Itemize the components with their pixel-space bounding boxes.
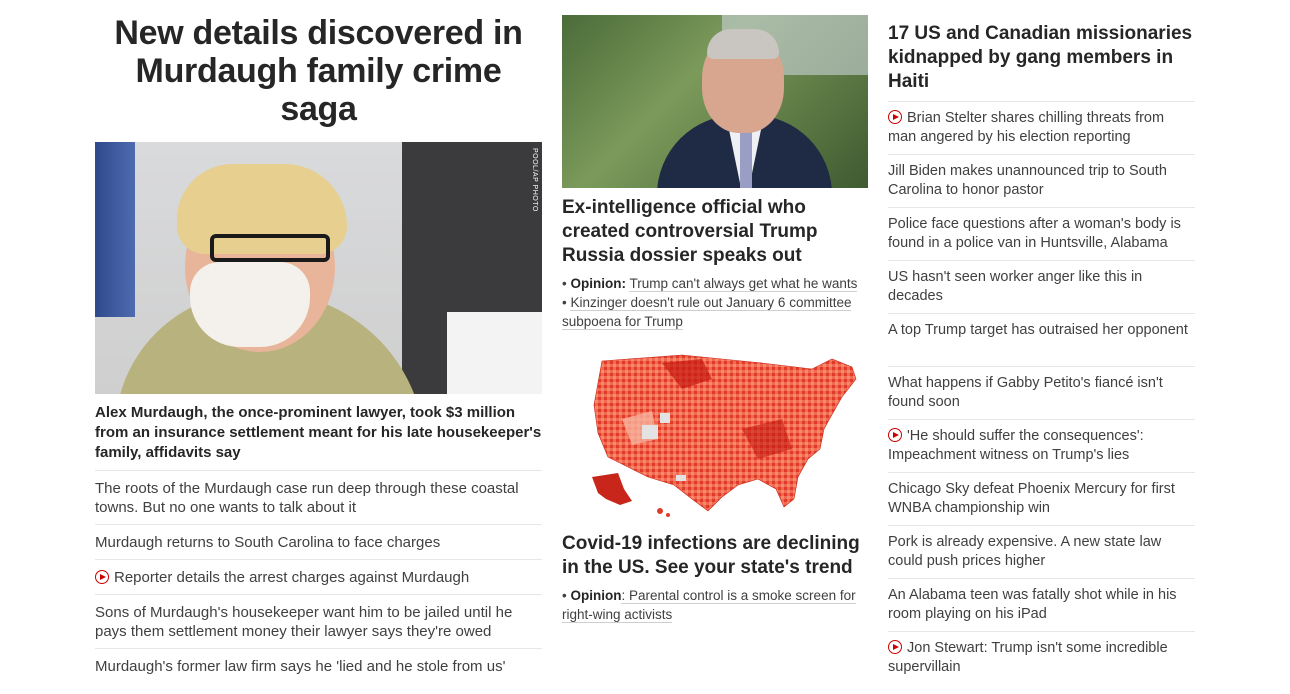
murdaugh-lead-link[interactable]: Alex Murdaugh, the once-prominent lawyer… — [95, 403, 542, 471]
list-item[interactable]: An Alabama teen was fatally shot while i… — [888, 579, 1195, 632]
list-item-text: The roots of the Murdaugh case run deep … — [95, 480, 519, 516]
image-credit: POOL/AP PHOTO — [531, 148, 538, 212]
list-item[interactable]: Murdaugh's former law firm says he 'lied… — [95, 649, 542, 683]
related-link[interactable]: • Opinion: Trump can't always get what h… — [562, 274, 868, 293]
list-item-text: Reporter details the arrest charges agai… — [114, 569, 470, 586]
covid-headline[interactable]: Covid-19 infections are declining in the… — [562, 532, 868, 580]
related-link[interactable]: • Opinion: Parental control is a smoke s… — [562, 586, 868, 624]
list-item-text: Sons of Murdaugh's housekeeper want him … — [95, 604, 513, 640]
list-item-text: Chicago Sky defeat Phoenix Mercury for f… — [888, 481, 1175, 516]
opinion-label: Opinion: — [570, 276, 626, 291]
list-item[interactable]: Reporter details the arrest charges agai… — [95, 560, 542, 595]
list-item[interactable]: Chicago Sky defeat Phoenix Mercury for f… — [888, 473, 1195, 526]
us-map-graphic — [592, 354, 857, 517]
list-item-text: US hasn't seen worker anger like this in… — [888, 269, 1143, 304]
list-item-text: 'He should suffer the consequences': Imp… — [888, 428, 1144, 463]
hawaii — [666, 513, 670, 517]
list-item[interactable]: What happens if Gabby Petito's fiancé is… — [888, 367, 1195, 420]
list-item[interactable]: Jon Stewart: Trump isn't some incredible… — [888, 632, 1195, 685]
list-item-text: Brian Stelter shares chilling threats fr… — [888, 110, 1165, 145]
list-item[interactable]: A top Trump target has outraised her opp… — [888, 314, 1195, 367]
list-item[interactable]: Sons of Murdaugh's housekeeper want him … — [95, 595, 542, 649]
list-item-text: Murdaugh returns to South Carolina to fa… — [95, 534, 441, 551]
play-video-icon — [888, 110, 902, 124]
covid-us-map[interactable] — [562, 349, 868, 529]
photo-background — [95, 142, 135, 317]
map-no-data — [660, 413, 670, 423]
list-item-text: Murdaugh's former law firm says he 'lied… — [95, 658, 506, 675]
related-link-text[interactable]: Kinzinger doesn't rule out January 6 com… — [562, 295, 852, 330]
list-item[interactable]: US hasn't seen worker anger like this in… — [888, 261, 1195, 314]
hawaii — [657, 508, 663, 514]
list-item-text: A top Trump target has outraised her opp… — [888, 322, 1188, 338]
middle-column: Ex-intelligence official who created con… — [562, 0, 868, 624]
list-item[interactable]: Jill Biden makes unannounced trip to Sou… — [888, 155, 1195, 208]
right-column: 17 US and Canadian missionaries kidnappe… — [888, 0, 1195, 685]
photo-figure — [707, 29, 779, 59]
map-no-data — [676, 475, 686, 481]
list-item-text: Jill Biden makes unannounced trip to Sou… — [888, 163, 1167, 198]
play-video-icon — [888, 640, 902, 654]
map-no-data — [642, 425, 658, 439]
list-item-text: Jon Stewart: Trump isn't some incredible… — [888, 640, 1168, 675]
photo-figure — [190, 262, 310, 347]
dossier-official-photo[interactable] — [562, 15, 868, 188]
list-item[interactable]: 'He should suffer the consequences': Imp… — [888, 420, 1195, 473]
left-column: New details discovered in Murdaugh famil… — [95, 0, 542, 683]
list-item-text: What happens if Gabby Petito's fiancé is… — [888, 375, 1163, 410]
list-item[interactable]: Pork is already expensive. A new state l… — [888, 526, 1195, 579]
related-link[interactable]: • Kinzinger doesn't rule out January 6 c… — [562, 293, 868, 331]
photo-background — [447, 312, 542, 394]
alaska — [592, 473, 632, 505]
haiti-headline[interactable]: 17 US and Canadian missionaries kidnappe… — [888, 22, 1195, 102]
dossier-headline[interactable]: Ex-intelligence official who created con… — [562, 196, 868, 268]
list-item-text: Pork is already expensive. A new state l… — [888, 534, 1162, 569]
list-item-text: Police face questions after a woman's bo… — [888, 216, 1181, 251]
murdaugh-headline[interactable]: New details discovered in Murdaugh famil… — [95, 14, 542, 142]
opinion-label: Opinion — [570, 588, 622, 603]
play-video-icon — [888, 428, 902, 442]
murdaugh-photo[interactable]: POOL/AP PHOTO — [95, 142, 542, 394]
photo-figure — [740, 127, 752, 188]
play-video-icon — [95, 570, 109, 584]
list-item-text: An Alabama teen was fatally shot while i… — [888, 587, 1177, 622]
related-link-text[interactable]: Trump can't always get what he wants — [629, 276, 858, 292]
list-item[interactable]: Murdaugh returns to South Carolina to fa… — [95, 525, 542, 560]
list-item[interactable]: The roots of the Murdaugh case run deep … — [95, 471, 542, 525]
list-item[interactable]: Police face questions after a woman's bo… — [888, 208, 1195, 261]
list-item[interactable]: Brian Stelter shares chilling threats fr… — [888, 102, 1195, 155]
photo-figure — [210, 234, 330, 262]
